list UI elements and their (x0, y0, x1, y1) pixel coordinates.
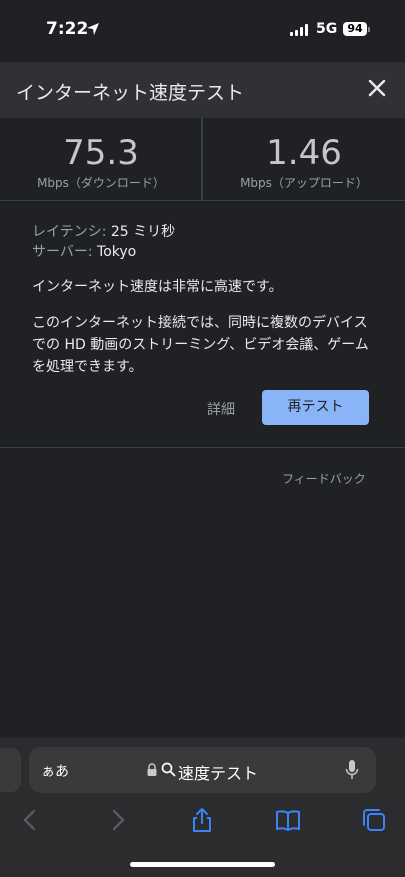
speed-bottom-divider (0, 200, 405, 201)
upload-unit: Mbps（アップロード） (240, 176, 368, 190)
result-description: このインターネット接続では、同時に複数のデバイスでの HD 動画のストリーミング… (32, 315, 369, 375)
close-icon[interactable] (364, 75, 390, 101)
lock-icon (147, 763, 157, 776)
microphone-icon[interactable] (344, 759, 360, 781)
status-time: 7:22 (46, 19, 89, 39)
server-row: サーバー: Tokyo (32, 242, 377, 262)
details-button[interactable]: 詳細 (207, 399, 235, 419)
upload-value: 1.46 (266, 133, 342, 173)
home-indicator[interactable] (130, 862, 275, 867)
previous-tab-preview[interactable] (0, 748, 21, 792)
back-icon[interactable] (16, 806, 44, 834)
speed-divider (201, 118, 203, 200)
network-type: 5G (316, 21, 338, 37)
location-arrow-icon (87, 23, 99, 35)
header-title: インターネット速度テスト (16, 82, 245, 104)
server-value: Tokyo (97, 244, 137, 260)
share-icon[interactable] (188, 806, 216, 834)
download-value: 75.3 (63, 133, 139, 173)
battery-icon: 94 (343, 22, 367, 36)
search-icon (161, 762, 176, 777)
latency-value: 25 ミリ秒 (110, 224, 176, 240)
latency-row: レイテンシ: 25 ミリ秒 (32, 222, 377, 242)
latency-label: レイテンシ: (32, 224, 107, 240)
feedback-link[interactable]: フィードバック (282, 470, 366, 487)
server-label: サーバー: (32, 244, 93, 260)
download-unit: Mbps（ダウンロード） (37, 176, 165, 190)
result-summary: インターネット速度は非常に高速です。 (32, 279, 283, 295)
battery-tip (368, 27, 370, 32)
upload-speed: 1.46 Mbps（アップロード） (203, 118, 405, 200)
address-text[interactable]: 速度テスト (178, 760, 258, 784)
download-speed: 75.3 Mbps（ダウンロード） (0, 118, 202, 200)
speedtest-header: インターネット速度テスト (0, 62, 405, 118)
tabs-icon[interactable] (360, 806, 388, 834)
page-settings-button[interactable]: ぁあ (41, 761, 69, 781)
test-details: レイテンシ: 25 ミリ秒 サーバー: Tokyo (32, 222, 377, 262)
cellular-signal-icon (290, 24, 308, 36)
forward-icon[interactable] (104, 806, 132, 834)
actions-divider (0, 447, 405, 448)
retest-button[interactable]: 再テスト (262, 390, 369, 425)
bookmarks-icon[interactable] (274, 806, 302, 834)
